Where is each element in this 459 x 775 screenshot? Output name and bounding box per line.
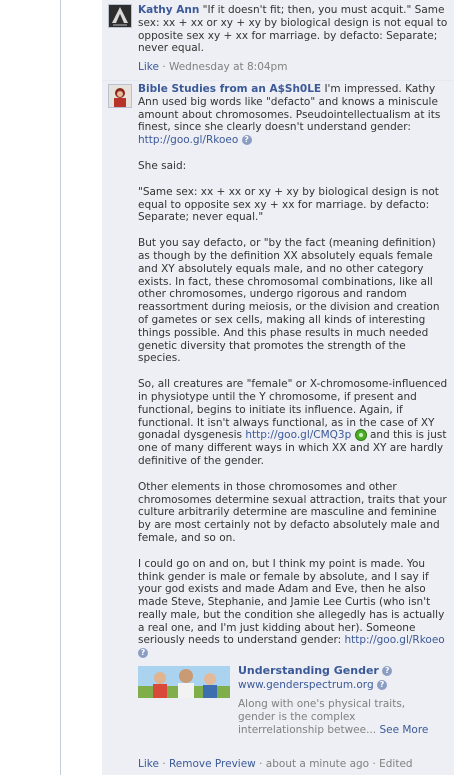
info-icon[interactable]: ? (138, 648, 148, 659)
preview-domain[interactable]: www.genderspectrum.org (238, 679, 374, 691)
bible-studies-avatar[interactable] (108, 84, 132, 108)
url-link[interactable]: http://goo.gl/Rkoeo (138, 134, 238, 146)
separator: · (158, 61, 169, 74)
paragraph-5: So, all creatures are "female" or X-chro… (138, 378, 450, 468)
comment-meta: Like · Wednesday at 8:04pm (138, 61, 450, 74)
like-link[interactable]: Like (138, 758, 159, 770)
paragraph-text: I could go on and on, but I think my poi… (138, 557, 445, 647)
separator: · (369, 758, 380, 771)
comment-bible-studies: Bible Studies from an A$Sh0LE I'm impres… (102, 81, 454, 775)
paragraph-4: But you say defacto, or "by the fact (me… (138, 237, 440, 365)
comment-body: Bible Studies from an A$Sh0LE I'm impres… (138, 83, 450, 771)
link-preview: Understanding Gender ? www.genderspectru… (138, 664, 450, 748)
separator: · (158, 758, 169, 771)
comment-actions: Like · Remove Preview · about a minute a… (138, 758, 450, 771)
left-column (0, 0, 61, 775)
timestamp[interactable]: about a minute ago (266, 758, 369, 770)
comment-thread: Kathy Ann "If it doesn't fit; then, you … (102, 0, 454, 775)
paragraph-7: I could go on and on, but I think my poi… (138, 558, 450, 660)
preview-thumbnail[interactable] (138, 666, 230, 699)
like-link[interactable]: Like (138, 61, 159, 73)
timestamp[interactable]: Wednesday at 8:04pm (169, 61, 288, 73)
see-more-link[interactable]: See More (379, 724, 428, 736)
separator: · (255, 758, 266, 771)
edited-label[interactable]: Edited (379, 758, 412, 770)
comment-body: Kathy Ann "If it doesn't fit; then, you … (138, 4, 450, 74)
info-icon[interactable]: ? (241, 135, 252, 146)
comment-kathy-ann: Kathy Ann "If it doesn't fit; then, you … (102, 0, 454, 81)
link-status-icon[interactable] (354, 429, 367, 442)
info-icon[interactable]: ? (376, 680, 387, 691)
url-link[interactable]: http://goo.gl/Rkoeo (344, 634, 444, 646)
paragraph-3: "Same sex: xx + xx or xy + xy by biologi… (138, 185, 439, 224)
author-link[interactable]: Bible Studies from an A$Sh0LE (138, 83, 321, 95)
kathy-ann-avatar[interactable] (108, 4, 132, 28)
author-link[interactable]: Kathy Ann (138, 4, 199, 16)
preview-title[interactable]: Understanding Gender (238, 664, 379, 677)
preview-description: Along with one's physical traits, gender… (238, 698, 443, 737)
paragraph-1: Bible Studies from an A$Sh0LE I'm impres… (138, 83, 450, 147)
paragraph-2: She said: (138, 159, 187, 172)
paragraph-6: Other elements in those chromosomes and … (138, 480, 447, 544)
info-icon[interactable]: ? (382, 666, 393, 677)
preview-text: Understanding Gender ? www.genderspectru… (238, 664, 443, 737)
remove-preview-link[interactable]: Remove Preview (169, 758, 256, 770)
url-link[interactable]: http://goo.gl/CMQ3p (245, 429, 351, 441)
